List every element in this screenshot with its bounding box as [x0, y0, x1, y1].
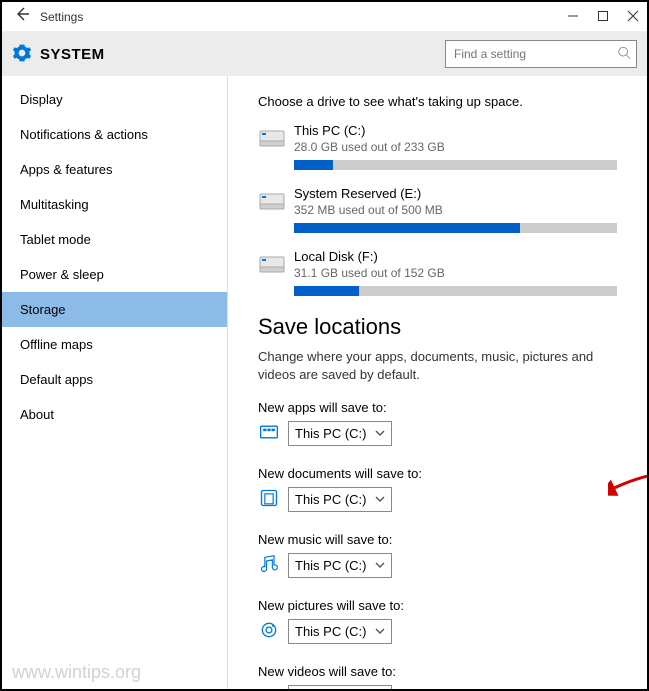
gear-icon: [12, 43, 32, 66]
maximize-button[interactable]: [597, 9, 609, 25]
drive-icon: [258, 190, 294, 215]
save-location-label: New videos will save to:: [258, 664, 617, 679]
videos-icon: [258, 686, 280, 689]
arrow-left-icon: [14, 6, 30, 22]
chevron-down-icon: [375, 492, 385, 507]
drive-usage: 28.0 GB used out of 233 GB: [294, 140, 617, 154]
save-location-dropdown[interactable]: This PC (C:): [288, 421, 392, 446]
dropdown-value: This PC (C:): [295, 426, 367, 441]
dropdown-value: This PC (C:): [295, 624, 367, 639]
chevron-down-icon: [375, 624, 385, 639]
search-input[interactable]: [445, 40, 637, 68]
window-title: Settings: [40, 10, 83, 24]
app-header: SYSTEM: [2, 32, 647, 76]
drive-name: This PC (C:): [294, 123, 617, 138]
drive-row[interactable]: This PC (C:) 28.0 GB used out of 233 GB: [258, 123, 617, 170]
page-title: SYSTEM: [40, 46, 105, 63]
chevron-down-icon: [375, 558, 385, 573]
pictures-icon: [258, 620, 280, 643]
save-location-dropdown[interactable]: This PC (C:): [288, 487, 392, 512]
save-location-dropdown[interactable]: This PC (C:): [288, 553, 392, 578]
sidebar-item-default-apps[interactable]: Default apps: [2, 362, 227, 397]
drive-row[interactable]: Local Disk (F:) 31.1 GB used out of 152 …: [258, 249, 617, 296]
minimize-button[interactable]: [567, 9, 579, 25]
save-location-apps: New apps will save to: This PC (C:): [258, 400, 617, 446]
save-location-dropdown[interactable]: This PC (C:): [288, 685, 392, 689]
sidebar-item-notifications-actions[interactable]: Notifications & actions: [2, 117, 227, 152]
main-content: Choose a drive to see what's taking up s…: [228, 76, 647, 689]
sidebar-item-multitasking[interactable]: Multitasking: [2, 187, 227, 222]
sidebar-item-apps-features[interactable]: Apps & features: [2, 152, 227, 187]
save-locations-desc: Change where your apps, documents, music…: [258, 348, 617, 384]
drive-name: System Reserved (E:): [294, 186, 617, 201]
documents-icon: [258, 488, 280, 511]
drive-icon: [258, 127, 294, 152]
sidebar-item-tablet-mode[interactable]: Tablet mode: [2, 222, 227, 257]
drive-usage: 31.1 GB used out of 152 GB: [294, 266, 617, 280]
sidebar-item-offline-maps[interactable]: Offline maps: [2, 327, 227, 362]
maximize-icon: [597, 10, 609, 22]
save-location-videos: New videos will save to: This PC (C:): [258, 664, 617, 689]
save-location-dropdown[interactable]: This PC (C:): [288, 619, 392, 644]
back-button[interactable]: [10, 6, 34, 27]
window-titlebar: Settings: [2, 2, 647, 32]
chevron-down-icon: [375, 426, 385, 441]
sidebar-item-power-sleep[interactable]: Power & sleep: [2, 257, 227, 292]
usage-bar: [294, 160, 617, 170]
save-location-documents: New documents will save to: This PC (C:): [258, 466, 617, 512]
drive-icon: [258, 253, 294, 278]
close-icon: [627, 10, 639, 22]
usage-bar: [294, 286, 617, 296]
sidebar-item-storage[interactable]: Storage: [2, 292, 227, 327]
dropdown-value: This PC (C:): [295, 492, 367, 507]
drive-row[interactable]: System Reserved (E:) 352 MB used out of …: [258, 186, 617, 233]
drive-usage: 352 MB used out of 500 MB: [294, 203, 617, 217]
save-location-music: New music will save to: This PC (C:): [258, 532, 617, 578]
usage-bar: [294, 223, 617, 233]
save-location-label: New music will save to:: [258, 532, 617, 547]
save-location-pictures: New pictures will save to: This PC (C:): [258, 598, 617, 644]
sidebar-item-display[interactable]: Display: [2, 82, 227, 117]
sidebar-item-about[interactable]: About: [2, 397, 227, 432]
storage-intro: Choose a drive to see what's taking up s…: [258, 94, 617, 109]
save-location-label: New documents will save to:: [258, 466, 617, 481]
music-icon: [258, 554, 280, 577]
apps-icon: [258, 422, 280, 445]
dropdown-value: This PC (C:): [295, 558, 367, 573]
save-location-label: New pictures will save to:: [258, 598, 617, 613]
close-button[interactable]: [627, 9, 639, 25]
save-locations-heading: Save locations: [258, 314, 617, 340]
save-location-label: New apps will save to:: [258, 400, 617, 415]
search-icon: [617, 46, 631, 63]
minimize-icon: [567, 10, 579, 22]
sidebar: DisplayNotifications & actionsApps & fea…: [2, 76, 228, 689]
drive-name: Local Disk (F:): [294, 249, 617, 264]
